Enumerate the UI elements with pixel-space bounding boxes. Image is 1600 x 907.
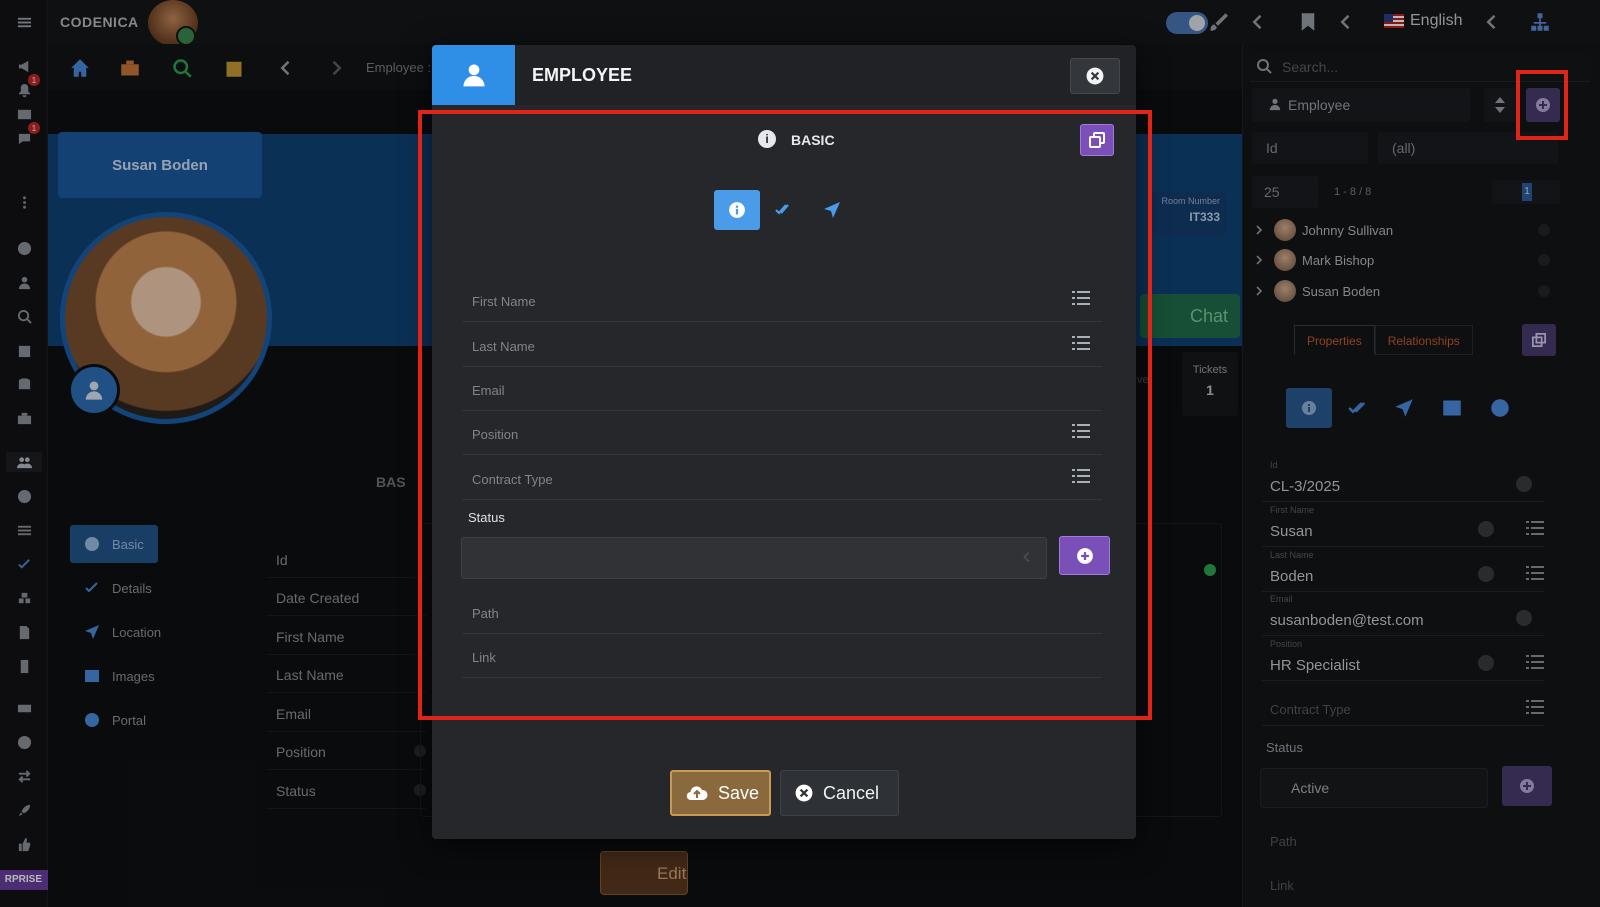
save-button[interactable]: Save xyxy=(670,770,771,816)
save-label: Save xyxy=(718,782,760,803)
modal-title: EMPLOYEE xyxy=(532,65,633,85)
cloud-upload-icon xyxy=(686,786,708,801)
highlight-box-add-button xyxy=(1516,70,1568,140)
close-icon xyxy=(1086,67,1104,85)
cancel-button[interactable]: Cancel xyxy=(780,770,899,816)
employee-user-icon xyxy=(432,45,515,105)
close-icon xyxy=(795,784,813,802)
close-button[interactable] xyxy=(1070,58,1120,94)
cancel-label: Cancel xyxy=(823,782,880,803)
highlight-box-form xyxy=(418,110,1152,720)
